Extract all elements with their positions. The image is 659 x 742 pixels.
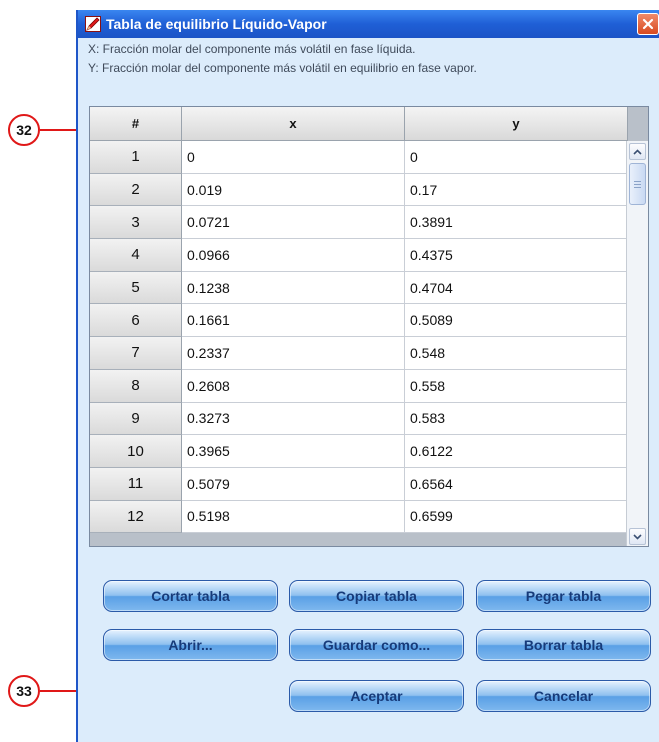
x-cell[interactable]: 0.3965 (182, 435, 405, 468)
cancel-button[interactable]: Cancelar (476, 680, 651, 712)
table-row: 5 0.1238 0.4704 (90, 271, 628, 305)
column-header-y[interactable]: y (405, 107, 628, 141)
y-cell[interactable]: 0.4375 (405, 239, 628, 272)
vertical-scrollbar[interactable] (626, 141, 648, 546)
table-row: 2 0.019 0.17 (90, 173, 628, 207)
y-cell[interactable]: 0 (405, 141, 628, 174)
row-number: 8 (90, 369, 182, 403)
close-button[interactable] (637, 13, 659, 35)
table-row: 4 0.0966 0.4375 (90, 239, 628, 272)
x-cell[interactable]: 0.0966 (182, 239, 405, 272)
y-cell[interactable]: 0.5089 (405, 304, 628, 338)
equilibrium-table: # x y 100 2 0.019 0.17 3 0.0721 0.3891 4 0.09… (89, 106, 649, 547)
save-as-button[interactable]: Guardar como... (289, 629, 464, 661)
row-number: 3 (90, 206, 182, 240)
table-row: 12 0.5198 0.6599 (90, 500, 628, 534)
y-cell[interactable]: 0.548 (405, 337, 628, 370)
y-cell[interactable]: 0.4704 (405, 271, 628, 305)
x-cell[interactable]: 0.5198 (182, 500, 405, 534)
title-bar[interactable]: Tabla de equilibrio Líquido-Vapor (78, 10, 659, 38)
copy-table-button[interactable]: Copiar tabla (289, 580, 464, 612)
table-row: 8 0.2608 0.558 (90, 369, 628, 403)
y-cell[interactable]: 0.17 (405, 173, 628, 207)
callout-32: 32 (8, 114, 40, 146)
paste-table-button[interactable]: Pegar tabla (476, 580, 651, 612)
chevron-up-icon (633, 148, 642, 155)
table-row: 7 0.2337 0.548 (90, 337, 628, 370)
pencil-icon (85, 16, 101, 32)
grip-icon (634, 180, 641, 188)
column-header-x[interactable]: x (182, 107, 405, 141)
table-row: 100 (90, 141, 628, 174)
row-number: 2 (90, 173, 182, 207)
clear-table-button[interactable]: Borrar tabla (476, 629, 651, 661)
row-number: 10 (90, 435, 182, 468)
chevron-down-icon (633, 533, 642, 540)
x-cell[interactable]: 0.5079 (182, 467, 405, 501)
close-icon (642, 18, 654, 30)
y-cell[interactable]: 0.3891 (405, 206, 628, 240)
x-cell[interactable]: 0.1238 (182, 271, 405, 305)
accept-button[interactable]: Aceptar (289, 680, 464, 712)
x-cell[interactable]: 0.2608 (182, 369, 405, 403)
y-description: Y: Fracción molar del componente más vol… (88, 61, 477, 75)
column-header-index[interactable]: # (90, 107, 182, 141)
scroll-down-button[interactable] (629, 528, 646, 545)
x-cell[interactable]: 0.3273 (182, 402, 405, 436)
y-cell[interactable]: 0.6122 (405, 435, 628, 468)
table-row: 10 0.3965 0.6122 (90, 435, 628, 468)
table-header: # x y (90, 107, 628, 141)
callout-33-label: 33 (16, 683, 32, 699)
scroll-up-button[interactable] (629, 143, 646, 160)
table-row: 9 0.3273 0.583 (90, 402, 628, 436)
row-number: 6 (90, 304, 182, 338)
row-number: 7 (90, 337, 182, 370)
equilibrium-table-dialog: Tabla de equilibrio Líquido-Vapor X: Fra… (76, 10, 659, 742)
x-cell[interactable]: 0.019 (182, 173, 405, 207)
table-row: 11 0.5079 0.6564 (90, 467, 628, 501)
y-cell[interactable]: 0.583 (405, 402, 628, 436)
table-row: 3 0.0721 0.3891 (90, 206, 628, 240)
row-number: 1 (90, 141, 182, 174)
x-cell[interactable]: 0.0721 (182, 206, 405, 240)
x-cell[interactable]: 0.1661 (182, 304, 405, 338)
open-button[interactable]: Abrir... (103, 629, 278, 661)
x-description: X: Fracción molar del componente más vol… (88, 42, 416, 56)
y-cell[interactable]: 0.6564 (405, 467, 628, 501)
y-cell[interactable]: 0.6599 (405, 500, 628, 534)
window-title: Tabla de equilibrio Líquido-Vapor (106, 16, 327, 32)
cut-table-button[interactable]: Cortar tabla (103, 580, 278, 612)
y-cell[interactable]: 0.558 (405, 369, 628, 403)
x-cell[interactable]: 0.2337 (182, 337, 405, 370)
row-number: 5 (90, 271, 182, 305)
scroll-thumb[interactable] (629, 163, 646, 205)
row-number: 4 (90, 239, 182, 272)
row-number: 9 (90, 402, 182, 436)
callout-32-label: 32 (16, 122, 32, 138)
x-cell[interactable]: 0 (182, 141, 405, 174)
table-row: 6 0.1661 0.5089 (90, 304, 628, 338)
callout-33: 33 (8, 675, 40, 707)
row-number: 11 (90, 467, 182, 501)
row-number: 12 (90, 500, 182, 534)
table-body: 100 2 0.019 0.17 3 0.0721 0.3891 4 0.0966 0.43… (90, 141, 628, 534)
